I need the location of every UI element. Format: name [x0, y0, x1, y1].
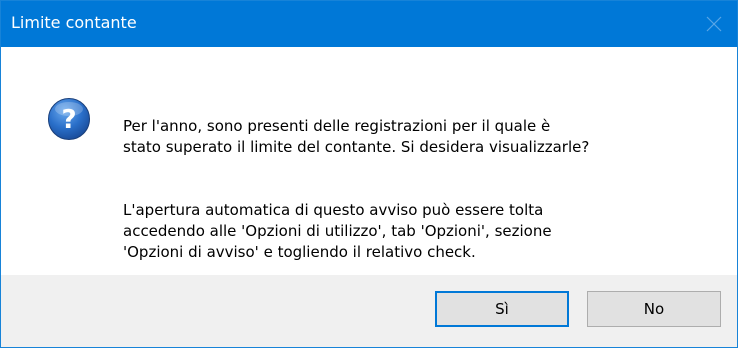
- message-paragraph-question: Per l'anno, sono presenti delle registra…: [123, 117, 590, 156]
- button-bar: Sì No: [1, 275, 737, 347]
- close-button[interactable]: [691, 1, 737, 47]
- yes-button[interactable]: Sì: [435, 291, 569, 327]
- question-icon: ?: [48, 98, 90, 140]
- dialog-window: Limite contante ? Per l'anno, sono prese…: [0, 0, 738, 348]
- window-title: Limite contante: [11, 13, 137, 32]
- title-bar[interactable]: Limite contante: [1, 1, 737, 47]
- svg-text:?: ?: [61, 105, 76, 135]
- close-icon: [706, 16, 722, 32]
- message-paragraph-info: L'apertura automatica di questo avviso p…: [123, 201, 552, 261]
- message-text: Per l'anno, sono presenti delle registra…: [123, 95, 713, 284]
- no-button[interactable]: No: [587, 291, 721, 327]
- dialog-content: ? Per l'anno, sono presenti delle regist…: [1, 47, 737, 275]
